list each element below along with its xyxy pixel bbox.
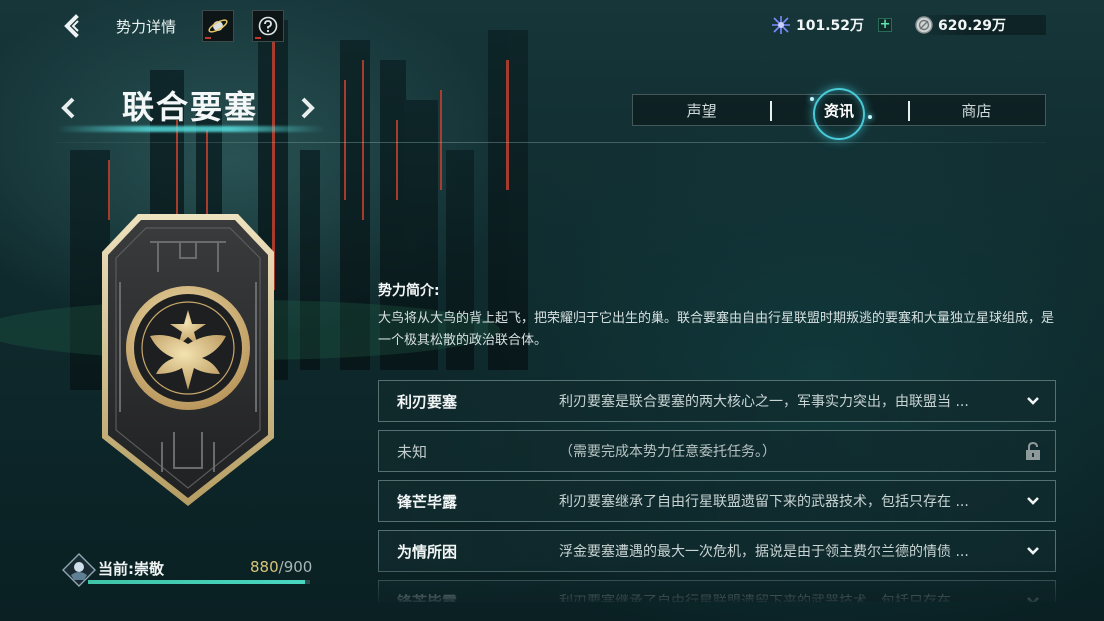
entry-title: 为情所困 — [397, 542, 458, 561]
reputation-max: 900 — [283, 558, 313, 576]
reputation-label: 当前:崇敬 — [98, 560, 164, 578]
help-icon — [258, 16, 278, 36]
next-faction-button[interactable] — [298, 94, 318, 122]
reputation-value: 880/900 — [250, 558, 312, 576]
entry-description: 浮金要塞遭遇的最大一次危机，据说是由于领主费尔兰德的情债 ... — [559, 544, 969, 560]
reputation-progress-bar — [88, 580, 310, 584]
entry-description: 利刃要塞继承了自由行星联盟遗留下来的武器技术，包括只存在 ... — [559, 494, 969, 510]
entry-title: 锋芒毕露 — [397, 492, 458, 511]
entry-description: （需要完成本势力任意委托任务。） — [559, 444, 776, 460]
reputation-current: 880 — [250, 558, 279, 576]
faction-emblem — [102, 214, 274, 506]
entry-title: 未知 — [397, 442, 428, 461]
crystal-icon — [772, 16, 790, 34]
lock-icon — [1023, 441, 1043, 461]
faction-name: 联合要塞 — [122, 88, 259, 126]
glow-dot — [868, 115, 873, 119]
tab-info-label: 资讯 — [823, 101, 854, 120]
glow-dot — [810, 97, 815, 101]
chevron-left-icon — [61, 97, 75, 119]
tab-reputation[interactable]: 声望 — [633, 95, 770, 125]
chevron-down-icon[interactable] — [1023, 391, 1043, 411]
intro-body: 大鸟将从大鸟的背上起飞，把荣耀归于它出生的巢。联合要塞由自由行星联盟时期叛逃的要… — [378, 311, 1055, 348]
tab-reputation-label: 声望 — [686, 101, 717, 120]
back-button[interactable] — [56, 10, 88, 42]
header-divider — [56, 142, 1046, 143]
info-tabs: 声望 资讯 商店 — [632, 88, 1046, 140]
lore-entry-list[interactable]: 利刃要塞 利刃要塞是联合要塞的两大核心之一，军事实力突出，由联盟当 ... 未知… — [378, 380, 1056, 602]
prev-faction-button[interactable] — [58, 94, 78, 122]
coin-resource: 620.29万 — [914, 15, 1046, 35]
chevron-down-icon[interactable] — [1023, 591, 1043, 602]
entry-description: 利刃要塞继承了自由行星联盟遗留下来的武器技术，包括只存在 ... — [559, 594, 969, 602]
crystal-value: 101.52万 — [796, 18, 865, 34]
lore-entry[interactable]: 锋芒毕露 利刃要塞继承了自由行星联盟遗留下来的武器技术，包括只存在 ... — [378, 480, 1056, 522]
chevron-down-icon[interactable] — [1023, 491, 1043, 511]
crystal-resource: 101.52万 + — [770, 15, 904, 35]
tab-shop-label: 商店 — [961, 101, 992, 120]
panel-frame: 势力详情 101.52万 + 620.29万 联合要塞 声望 资讯 商店 当前:… — [0, 0, 1104, 610]
chevron-down-icon[interactable] — [1023, 541, 1043, 561]
entry-title: 锋芒毕露 — [397, 592, 458, 603]
tab-info[interactable]: 资讯 — [770, 88, 907, 140]
reputation-progress-fill — [88, 580, 306, 584]
intro-title: 势力简介: — [378, 283, 440, 299]
lore-entry[interactable]: 锋芒毕露 利刃要塞继承了自由行星联盟遗留下来的武器技术，包括只存在 ... — [378, 580, 1056, 602]
faction-selector: 联合要塞 — [56, 78, 326, 136]
planet-icon — [208, 19, 228, 33]
page-title: 势力详情 — [116, 18, 177, 36]
entry-title: 利刃要塞 — [397, 392, 458, 411]
entry-description: 利刃要塞是联合要塞的两大核心之一，军事实力突出，由联盟当 ... — [559, 394, 969, 410]
help-button[interactable] — [252, 10, 284, 42]
coin-icon — [915, 16, 933, 34]
lore-entry[interactable]: 为情所困 浮金要塞遭遇的最大一次危机，据说是由于领主费尔兰德的情债 ... — [378, 530, 1056, 572]
back-arrow-icon — [64, 14, 79, 38]
coin-value: 620.29万 — [938, 18, 1007, 34]
tab-shop[interactable]: 商店 — [907, 95, 1045, 125]
add-crystal-button[interactable]: + — [878, 18, 893, 32]
lore-entry-locked[interactable]: 未知 （需要完成本势力任意委托任务。） — [378, 430, 1056, 472]
chevron-right-icon — [301, 97, 315, 119]
planet-button[interactable] — [202, 10, 234, 42]
lore-entry[interactable]: 利刃要塞 利刃要塞是联合要塞的两大核心之一，军事实力突出，由联盟当 ... — [378, 380, 1056, 422]
game-screen: 势力详情 101.52万 + 620.29万 联合要塞 声望 资讯 商店 当前:… — [0, 0, 1104, 621]
